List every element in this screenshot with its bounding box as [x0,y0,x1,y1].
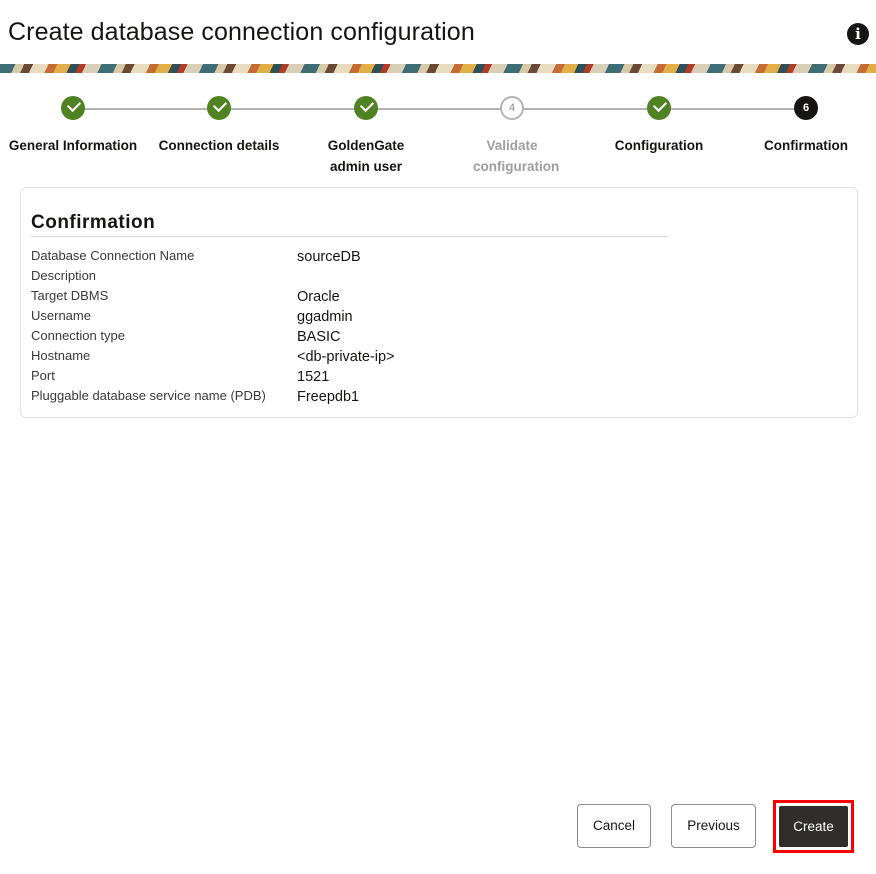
info-icon[interactable]: i [847,23,869,45]
check-icon [61,96,85,120]
divider [31,236,668,237]
field-value: Oracle [297,289,340,305]
step-goldengate-admin-user[interactable]: GoldenGate admin user [293,96,439,177]
section-title: Confirmation [31,212,156,233]
dialog-header: Create database connection configuration… [0,0,876,64]
step-connection-details[interactable]: Connection details [146,96,292,156]
confirmation-card: Confirmation Database Connection Name so… [20,187,858,418]
step-label: Confirmation [764,138,848,153]
step-confirmation[interactable]: 6 Confirmation [733,96,876,156]
field-value: ggadmin [297,309,353,325]
step-train: General Information Connection details G… [0,96,876,186]
previous-button[interactable]: Previous [671,804,756,848]
step-number-badge: 6 [794,96,818,120]
field-label: Username [31,308,91,323]
field-value: 1521 [297,369,330,385]
step-label: Connection details [158,138,280,153]
field-value: BASIC [297,329,341,345]
field-value: Freepdb1 [297,389,360,405]
field-value: <db-private-ip> [297,349,395,365]
step-general-information[interactable]: General Information [0,96,146,156]
check-icon [647,96,671,120]
field-label: Connection type [31,328,125,343]
decorative-banner [0,64,876,73]
step-number-badge: 4 [500,96,524,120]
create-button[interactable]: Create [779,806,848,847]
step-label: General Information [8,138,138,153]
cancel-button[interactable]: Cancel [577,804,651,848]
field-label: Target DBMS [31,288,109,303]
step-configuration[interactable]: Configuration [586,96,732,156]
step-label: Configuration [614,138,704,153]
field-label: Database Connection Name [31,248,195,263]
step-label: GoldenGate admin user [327,138,405,174]
check-icon [207,96,231,120]
field-label: Pluggable database service name (PDB) [31,388,266,403]
field-label: Port [31,368,55,383]
field-label: Hostname [31,348,91,363]
step-validate-configuration[interactable]: 4 Validate configuration [439,96,585,177]
check-icon [354,96,378,120]
page-title: Create database connection configuration [8,18,475,46]
field-label: Description [31,268,97,283]
field-value: sourceDB [297,249,361,265]
step-label: Validate configuration [473,138,560,174]
